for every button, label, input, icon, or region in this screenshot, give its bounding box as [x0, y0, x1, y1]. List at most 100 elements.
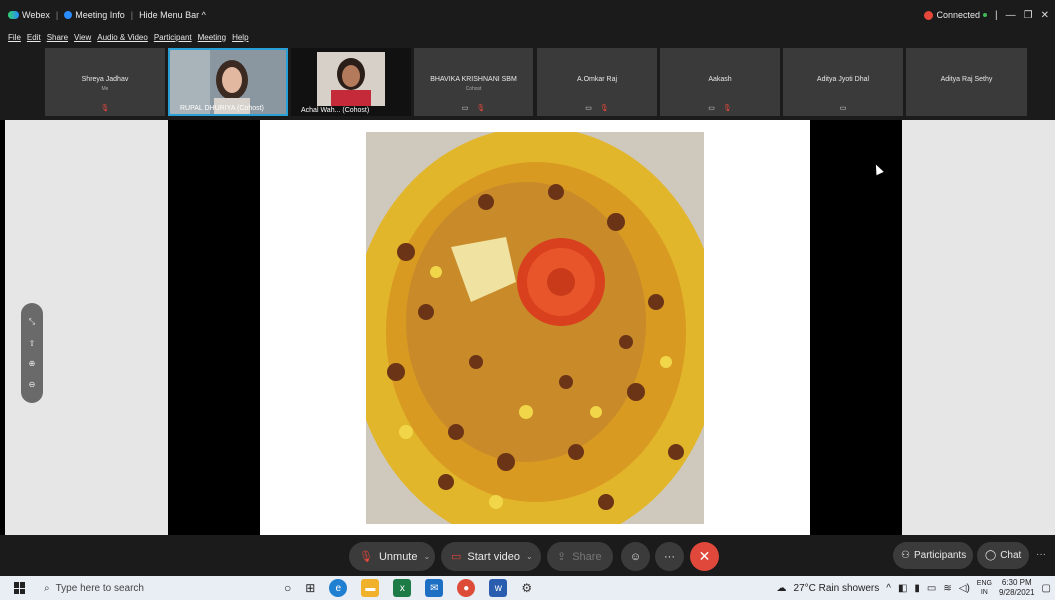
participant-tile[interactable]: BHAVIKA KRISHNANI SBM Cohost ▭ 🎙	[414, 48, 533, 116]
video-off-icon: ▭	[461, 105, 469, 112]
emoji-icon: ☺	[629, 550, 642, 563]
share-icon: ⇪	[557, 551, 567, 563]
windows-start-icon[interactable]	[14, 582, 26, 594]
separator: |	[55, 10, 59, 20]
participant-role: Me	[101, 86, 109, 92]
unmute-label: Unmute	[378, 550, 418, 563]
meeting-controls: 🎙 Unmute ⌄ ▭ Start video ⌄ ⇪ Share ☺ ···…	[0, 535, 1055, 576]
language-code: ENG	[976, 580, 992, 587]
participant-strip: Shreya Jadhav Me 🎙 RUPAL DHURIYA (Cohost…	[0, 44, 1055, 120]
search-placeholder: Type here to search	[55, 582, 144, 594]
language-indicator[interactable]: ENG IN	[977, 579, 992, 597]
pin-icon[interactable]: ⇧	[29, 339, 36, 348]
status-dot-icon	[983, 13, 988, 17]
share-button[interactable]: ⇪ Share	[547, 542, 613, 571]
connection-status[interactable]: Connected	[924, 10, 988, 20]
separator: |	[995, 9, 998, 21]
edge-icon[interactable]: e	[329, 579, 348, 597]
participant-name: Aakash	[708, 76, 732, 83]
chevron-up-icon[interactable]: ^	[886, 583, 891, 594]
volume-icon[interactable]: ◁)	[959, 583, 970, 594]
participant-tile[interactable]: Aditya Raj Sethy	[906, 48, 1027, 116]
menu-view[interactable]: View	[74, 33, 91, 42]
zoom-in-icon[interactable]: ⊕	[29, 359, 36, 368]
wifi-icon[interactable]: ≋	[943, 583, 951, 594]
participant-video	[317, 52, 385, 106]
reactions-button[interactable]: ☺	[621, 542, 650, 571]
video-off-icon: ▭	[451, 551, 462, 563]
participant-tile[interactable]: Achal Wah... (Cohost)	[291, 48, 411, 116]
mic-muted-icon: 🎙	[359, 551, 373, 563]
excel-icon[interactable]: x	[393, 579, 412, 597]
microphone-icon[interactable]: ▮	[914, 583, 920, 594]
more-panels-button[interactable]: ···	[1036, 549, 1046, 560]
menu-audio-video[interactable]: Audio & Video	[97, 33, 148, 42]
chat-panel-button[interactable]: ◯ Chat	[977, 542, 1029, 569]
meeting-info-button[interactable]: Meeting Info	[64, 10, 125, 20]
mic-muted-icon: 🎙	[722, 105, 732, 112]
record-icon	[924, 10, 934, 20]
battery-icon[interactable]: ▭	[927, 583, 936, 594]
minimize-button[interactable]: —	[1006, 10, 1016, 21]
participant-tile-active[interactable]: RUPAL DHURIYA (Cohost)	[168, 48, 288, 116]
taskbar-search[interactable]: ⌕ Type here to search	[44, 580, 144, 596]
menu-participant[interactable]: Participant	[154, 33, 192, 42]
chrome-icon[interactable]: ●	[457, 579, 476, 597]
menu-file[interactable]: File	[8, 33, 21, 42]
participant-tile[interactable]: A.Omkar Raj ▭ 🎙	[537, 48, 657, 116]
webex-app-menu[interactable]: Webex	[8, 10, 50, 20]
chat-label: Chat	[1000, 550, 1022, 561]
stage-margin-right	[902, 120, 1055, 535]
menu-edit[interactable]: Edit	[27, 33, 41, 42]
participant-tile[interactable]: Aakash ▭ 🎙	[660, 48, 780, 116]
restore-button[interactable]: ❐	[1024, 10, 1033, 21]
menu-help[interactable]: Help	[232, 33, 248, 42]
menu-bar: File Edit Share View Audio & Video Parti…	[0, 30, 1055, 44]
weather-text[interactable]: 27°C Rain showers	[794, 583, 880, 594]
menu-share[interactable]: Share	[47, 33, 68, 42]
leave-meeting-button[interactable]: ✕	[690, 542, 719, 571]
participants-panel-button[interactable]: ⚇ Participants	[893, 542, 973, 569]
webex-taskbar-icon[interactable]: w	[489, 579, 508, 597]
webex-logo-icon	[8, 11, 19, 19]
start-video-button[interactable]: ▭ Start video ⌄	[441, 542, 541, 571]
participant-tile[interactable]: Shreya Jadhav Me 🎙	[45, 48, 165, 116]
participant-name: Shreya Jadhav	[81, 76, 129, 83]
participant-role: Cohost	[465, 86, 482, 92]
more-options-button[interactable]: ···	[655, 542, 684, 571]
settings-icon[interactable]: ⚙	[521, 581, 532, 595]
notifications-icon[interactable]: ▢	[1042, 583, 1051, 594]
mic-muted-icon: 🎙	[100, 105, 110, 112]
taskbar-apps: ○ ⊞ e ▬ x ✉ ● w ⚙	[284, 578, 532, 598]
participant-name: RUPAL DHURIYA (Cohost)	[180, 105, 264, 112]
fit-icon[interactable]: ⤡	[29, 317, 35, 327]
search-icon: ⌕	[44, 582, 50, 594]
chat-icon: ◯	[985, 550, 997, 561]
task-view-icon[interactable]: ⊞	[305, 581, 315, 595]
system-tray: ☁ 27°C Rain showers ^ ◧ ▮ ▭ ≋ ◁) ENG IN …	[777, 576, 1051, 600]
taskbar-clock[interactable]: 6:30 PM 9/28/2021	[999, 578, 1035, 598]
zoom-controls[interactable]: ⤡ ⇧ ⊕ ⊖	[21, 303, 43, 403]
shared-content-area: ⤡ ⇧ ⊕ ⊖	[0, 120, 1055, 535]
chevron-down-icon[interactable]: ⌄	[526, 552, 533, 561]
cortana-icon[interactable]: ○	[284, 581, 291, 595]
participant-name: Aditya Jyoti Dhal	[816, 76, 870, 83]
hide-menu-bar-button[interactable]: Hide Menu Bar ^	[139, 10, 206, 20]
video-off-icon: ▭	[708, 105, 715, 112]
file-explorer-icon[interactable]: ▬	[361, 579, 380, 597]
network-icon[interactable]: ◧	[898, 583, 907, 594]
mouse-cursor-icon	[872, 162, 884, 176]
app-name: Webex	[22, 10, 50, 20]
close-button[interactable]: ✕	[1041, 10, 1049, 21]
connection-label: Connected	[936, 10, 981, 20]
participant-tile[interactable]: Aditya Jyoti Dhal ▭	[783, 48, 903, 116]
chevron-down-icon[interactable]: ⌄	[424, 552, 431, 561]
participant-name: Aditya Raj Sethy	[940, 76, 993, 83]
shared-image	[366, 132, 704, 524]
unmute-button[interactable]: 🎙 Unmute ⌄	[349, 542, 435, 571]
menu-meeting[interactable]: Meeting	[198, 33, 226, 42]
zoom-out-icon[interactable]: ⊖	[29, 380, 36, 389]
meeting-info-label: Meeting Info	[75, 10, 125, 20]
separator: |	[130, 10, 134, 20]
mail-icon[interactable]: ✉	[425, 579, 444, 597]
